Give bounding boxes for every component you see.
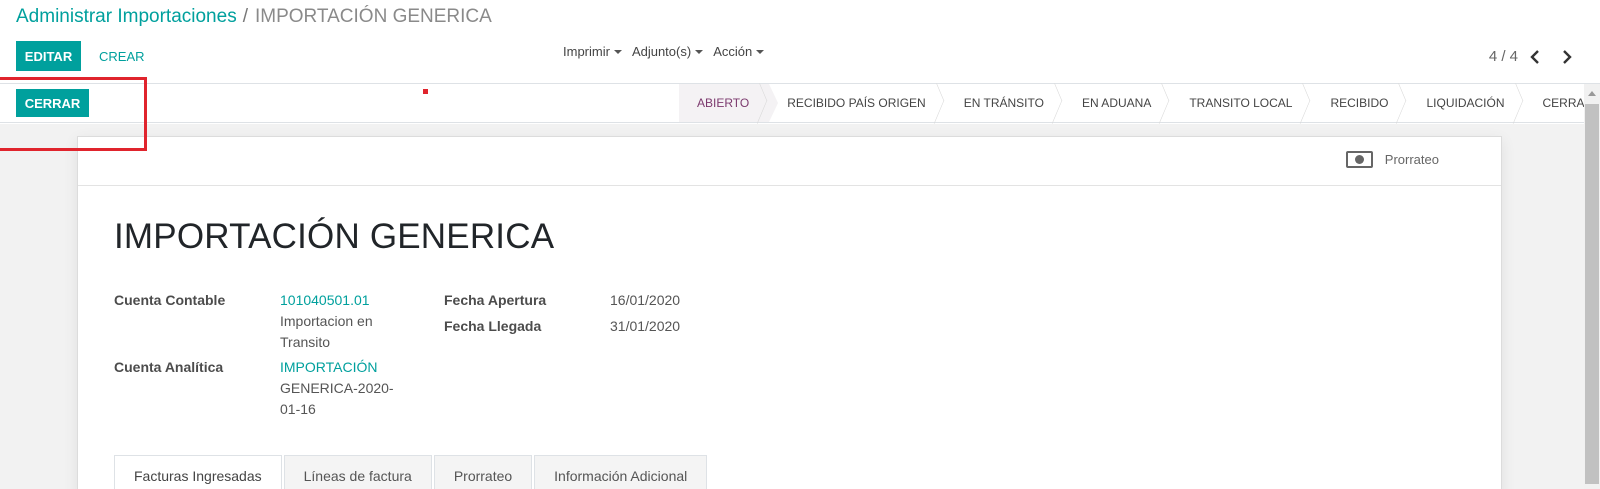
cuenta-analitica-desc-line-2: 01-16 bbox=[280, 401, 316, 417]
breadcrumb-parent-link[interactable]: Administrar Importaciones bbox=[16, 6, 237, 27]
form-sheet: Prorrateo IMPORTACIÓN GENERICA Cuenta Co… bbox=[77, 136, 1502, 489]
vertical-scrollbar[interactable] bbox=[1584, 84, 1600, 489]
money-icon bbox=[1345, 151, 1373, 168]
tab-informacion-adicional[interactable]: Información Adicional bbox=[534, 455, 708, 489]
caret-down-icon bbox=[756, 49, 765, 54]
action-dropdown-label: Acción bbox=[713, 44, 753, 59]
scrollbar-thumb[interactable] bbox=[1585, 104, 1599, 484]
breadcrumb-current: IMPORTACIÓN GENERICA bbox=[254, 6, 492, 27]
pager-next-button[interactable] bbox=[1559, 48, 1575, 66]
fecha-llegada-value: 31/01/2020 bbox=[610, 318, 681, 334]
pager-previous-button[interactable] bbox=[1528, 48, 1544, 66]
action-dropdown[interactable]: Acción bbox=[713, 44, 765, 59]
scroll-up-arrow-icon[interactable] bbox=[1588, 91, 1596, 96]
attachments-dropdown[interactable]: Adjunto(s) bbox=[631, 44, 704, 59]
attachments-dropdown-label: Adjunto(s) bbox=[631, 44, 692, 59]
stage-transito-local[interactable]: TRANSITO LOCAL bbox=[1171, 84, 1312, 122]
breadcrumb-separator: / bbox=[242, 6, 248, 27]
cuenta-analitica-link[interactable]: IMPORTACIÓN bbox=[280, 357, 400, 378]
stage-recibido-pais-origen[interactable]: RECIBIDO PAÍS ORIGEN bbox=[769, 84, 945, 122]
cuenta-contable-desc-line-2: Transito bbox=[280, 334, 331, 350]
fecha-llegada-label: Fecha Llegada bbox=[444, 318, 542, 334]
cuenta-contable-desc-line-1: Importacion en bbox=[280, 313, 373, 329]
create-button[interactable]: CREAR bbox=[99, 49, 145, 64]
button-box: Prorrateo bbox=[78, 137, 1501, 186]
prorrateo-smart-button[interactable]: Prorrateo bbox=[1345, 151, 1439, 168]
fecha-apertura-value: 16/01/2020 bbox=[610, 292, 681, 308]
print-dropdown-label: Imprimir bbox=[563, 44, 610, 59]
cuenta-contable-label: Cuenta Contable bbox=[114, 292, 226, 308]
breadcrumb: Administrar Importaciones / IMPORTACIÓN GE… bbox=[16, 6, 492, 28]
tab-facturas-ingresadas[interactable]: Facturas Ingresadas bbox=[114, 455, 282, 489]
statusbar: CERRAR ABIERTO RECIBIDO PAÍS ORIGEN EN T… bbox=[0, 84, 1600, 123]
stage-en-transito[interactable]: EN TRÁNSITO bbox=[946, 84, 1064, 122]
control-panel: Administrar Importaciones / IMPORTACIÓN GE… bbox=[0, 0, 1600, 84]
stage-pipeline: ABIERTO RECIBIDO PAÍS ORIGEN EN TRÁNSITO… bbox=[679, 84, 1600, 122]
fecha-apertura-label: Fecha Apertura bbox=[444, 292, 547, 308]
record-title: IMPORTACIÓN GENERICA bbox=[114, 217, 555, 256]
chevron-right-icon bbox=[1563, 50, 1572, 64]
close-button[interactable]: CERRAR bbox=[16, 89, 89, 117]
caret-down-icon bbox=[613, 49, 622, 54]
chevron-left-icon bbox=[1530, 50, 1539, 64]
notebook-tabs: Facturas Ingresadas Líneas de factura Pr… bbox=[114, 455, 709, 489]
prorrateo-smart-button-label: Prorrateo bbox=[1384, 152, 1439, 167]
stage-abierto[interactable]: ABIERTO bbox=[679, 84, 779, 122]
stage-recibido[interactable]: RECIBIDO bbox=[1312, 84, 1408, 122]
tab-lineas-de-factura[interactable]: Líneas de factura bbox=[283, 455, 432, 489]
cuenta-analitica-value: IMPORTACIÓN GENERICA-2020- 01-16 bbox=[280, 357, 400, 420]
stage-en-aduana[interactable]: EN ADUANA bbox=[1064, 84, 1171, 122]
cuenta-contable-link[interactable]: 101040501.01 bbox=[280, 290, 400, 311]
edit-button[interactable]: EDITAR bbox=[16, 41, 81, 71]
action-menus: Imprimir Adjunto(s) Acción bbox=[563, 44, 765, 59]
cuenta-contable-value: 101040501.01 Importacion en Transito bbox=[280, 290, 400, 353]
pager-value[interactable]: 4 / 4 bbox=[1489, 48, 1518, 65]
highlight-dot bbox=[423, 89, 428, 94]
print-dropdown[interactable]: Imprimir bbox=[563, 44, 622, 59]
tab-prorrateo[interactable]: Prorrateo bbox=[433, 455, 533, 489]
stage-liquidacion[interactable]: LIQUIDACIÓN bbox=[1408, 84, 1524, 122]
cuenta-analitica-desc-line-1: GENERICA-2020- bbox=[280, 380, 394, 396]
caret-down-icon bbox=[695, 49, 704, 54]
form-view: Prorrateo IMPORTACIÓN GENERICA Cuenta Co… bbox=[0, 124, 1584, 489]
cuenta-analitica-label: Cuenta Analítica bbox=[114, 359, 224, 375]
